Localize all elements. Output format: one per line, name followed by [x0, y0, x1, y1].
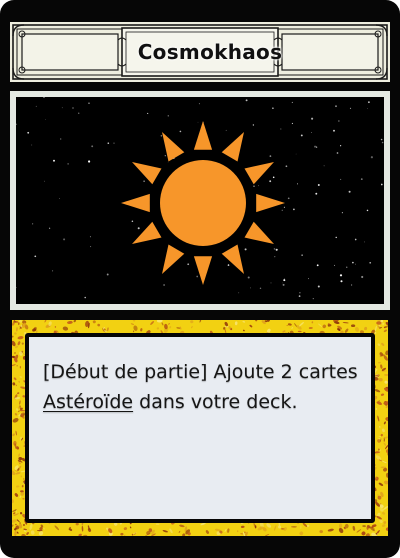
game-card[interactable]: Cosmokhaos [Début de partie] Ajoute 2 ca… [0, 0, 400, 558]
card-art-frame [10, 91, 390, 310]
card-title: Cosmokhaos [137, 40, 283, 64]
title-banner: Cosmokhaos [10, 22, 390, 82]
effect-text-frame: [Début de partie] Ajoute 2 cartes Astéro… [12, 320, 388, 536]
effect-text-box: [Début de partie] Ajoute 2 cartes Astéro… [25, 333, 375, 523]
effect-text-end: dans votre deck. [133, 391, 298, 413]
card-art [16, 97, 384, 304]
keyword-link-asteroide[interactable]: Astéroïde [43, 391, 133, 413]
space-background [16, 97, 384, 304]
effect-text: [Début de partie] Ajoute 2 cartes [43, 361, 358, 383]
